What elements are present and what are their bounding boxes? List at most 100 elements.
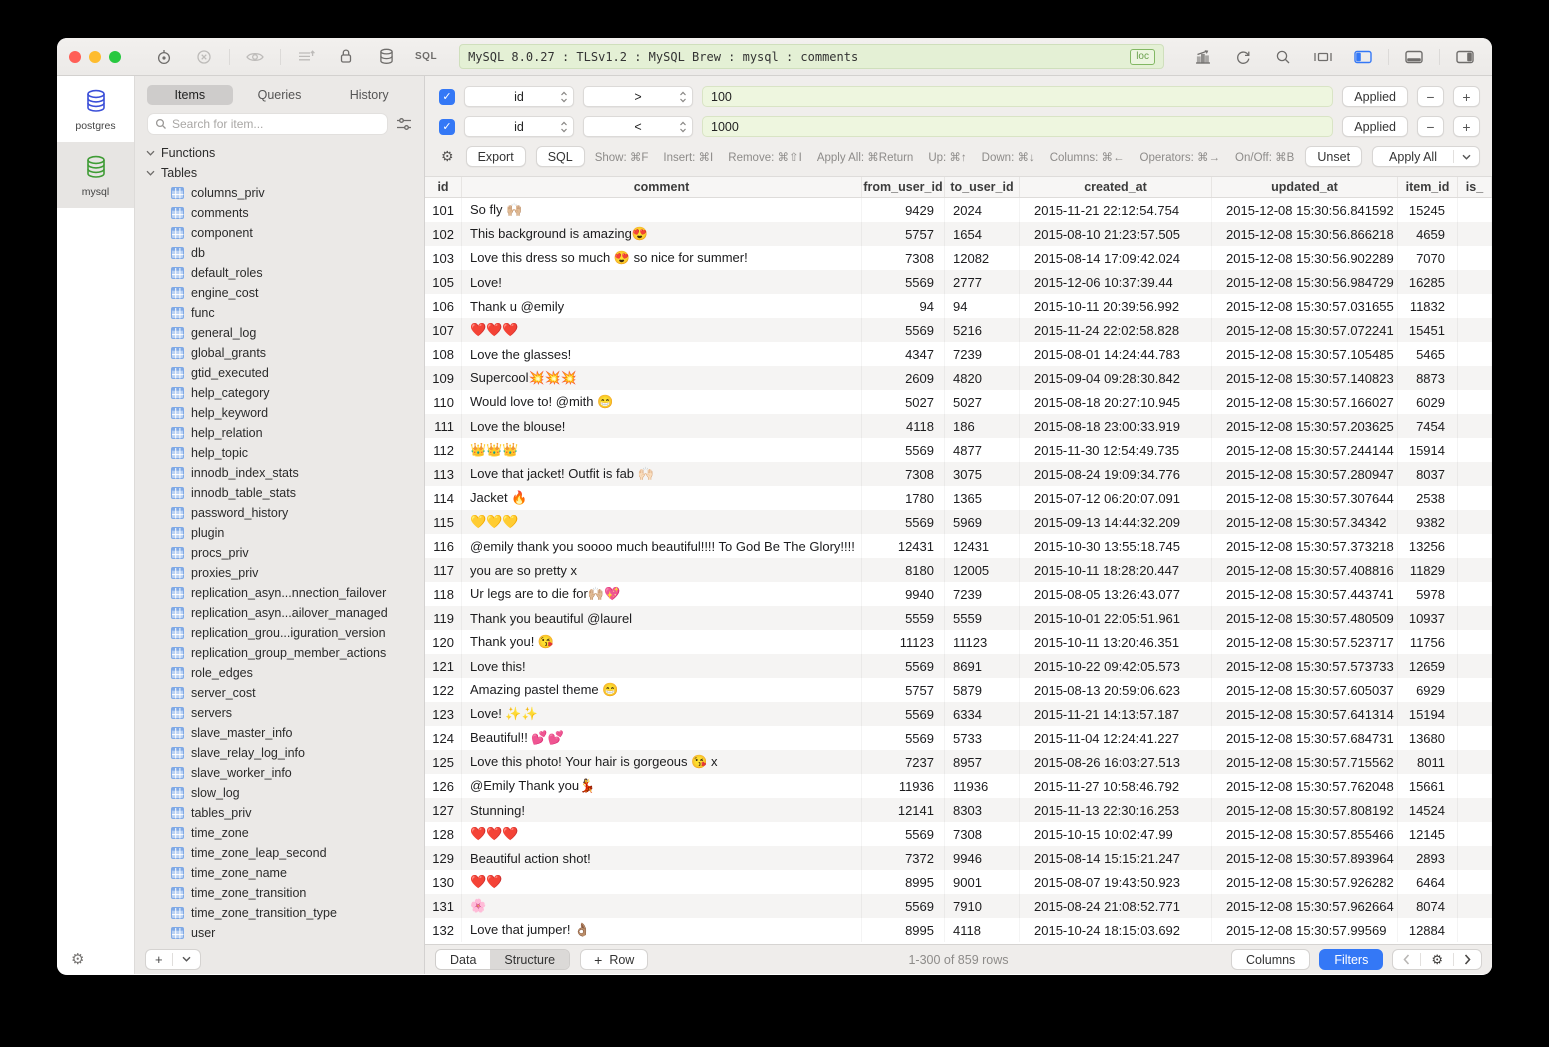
tab-queries[interactable]: Queries — [237, 85, 323, 105]
cell-created_at[interactable]: 2015-08-13 20:59:06.623 — [1020, 678, 1212, 702]
filter-operator-select[interactable]: > — [583, 86, 693, 107]
cell-id[interactable]: 119 — [425, 606, 462, 630]
cell-item_id[interactable]: 7070 — [1398, 246, 1458, 270]
cell-item_id[interactable]: 15245 — [1398, 198, 1458, 222]
cell-updated_at[interactable]: 2015-12-08 15:30:57.244144 — [1212, 438, 1398, 462]
column-header-item-id[interactable]: item_id — [1398, 177, 1458, 197]
column-header-created-at[interactable]: created_at — [1020, 177, 1212, 197]
apply-all-menu-button[interactable] — [1454, 154, 1479, 160]
cell-id[interactable]: 123 — [425, 702, 462, 726]
cell-id[interactable]: 131 — [425, 894, 462, 918]
table-row[interactable]: 105Love!556927772015-12-06 10:37:39.4420… — [425, 270, 1492, 294]
cell-comment[interactable]: Thank u @emily — [462, 294, 862, 318]
sidebar-table-item[interactable]: comments — [135, 203, 424, 223]
cell-id[interactable]: 128 — [425, 822, 462, 846]
table-row[interactable]: 115💛💛💛556959692015-09-13 14:44:32.209201… — [425, 510, 1492, 534]
cell-created_at[interactable]: 2015-10-11 13:20:46.351 — [1020, 630, 1212, 654]
cell-is_[interactable] — [1458, 486, 1492, 510]
cell-updated_at[interactable]: 2015-12-08 15:30:56.902289 — [1212, 246, 1398, 270]
table-row[interactable]: 110Would love to! @mith 😁502750272015-08… — [425, 390, 1492, 414]
cell-id[interactable]: 109 — [425, 366, 462, 390]
cell-to_user_id[interactable]: 9001 — [945, 870, 1020, 894]
cell-updated_at[interactable]: 2015-12-08 15:30:57.715562 — [1212, 750, 1398, 774]
cell-from_user_id[interactable]: 5027 — [862, 390, 945, 414]
minimize-window-button[interactable] — [89, 51, 101, 63]
sql-editor-button[interactable]: SQL — [415, 51, 437, 62]
previous-page-button[interactable] — [1393, 950, 1420, 969]
cell-created_at[interactable]: 2015-11-21 14:13:57.187 — [1020, 702, 1212, 726]
filters-button[interactable]: Filters — [1319, 949, 1383, 970]
cell-id[interactable]: 102 — [425, 222, 462, 246]
sidebar-table-item[interactable]: slave_worker_info — [135, 763, 424, 783]
cell-updated_at[interactable]: 2015-12-08 15:30:57.573733 — [1212, 654, 1398, 678]
add-item-menu-button[interactable] — [173, 950, 200, 969]
sidebar-table-item[interactable]: innodb_table_stats — [135, 483, 424, 503]
sidebar-table-item[interactable]: password_history — [135, 503, 424, 523]
sidebar-table-item[interactable]: time_zone_transition_type — [135, 903, 424, 923]
table-row[interactable]: 131🌸556979102015-08-24 21:08:52.7712015-… — [425, 894, 1492, 918]
cell-item_id[interactable]: 9382 — [1398, 510, 1458, 534]
sidebar-table-item[interactable]: replication_group_member_actions — [135, 643, 424, 663]
table-row[interactable]: 106Thank u @emily94942015-10-11 20:39:56… — [425, 294, 1492, 318]
export-button[interactable]: Export — [466, 146, 526, 167]
sidebar-table-item[interactable]: help_topic — [135, 443, 424, 463]
cell-comment[interactable]: Love the blouse! — [462, 414, 862, 438]
cell-from_user_id[interactable]: 5569 — [862, 702, 945, 726]
cell-comment[interactable]: 🌸 — [462, 894, 862, 918]
cell-to_user_id[interactable]: 6334 — [945, 702, 1020, 726]
cell-id[interactable]: 106 — [425, 294, 462, 318]
sidebar-table-item[interactable]: role_edges — [135, 663, 424, 683]
cell-id[interactable]: 111 — [425, 414, 462, 438]
cell-to_user_id[interactable]: 4820 — [945, 366, 1020, 390]
item-search-box[interactable] — [147, 113, 388, 135]
sidebar-table-item[interactable]: plugin — [135, 523, 424, 543]
cell-from_user_id[interactable]: 5569 — [862, 510, 945, 534]
cell-item_id[interactable]: 16285 — [1398, 270, 1458, 294]
cell-item_id[interactable]: 2538 — [1398, 486, 1458, 510]
cell-created_at[interactable]: 2015-11-27 10:58:46.792 — [1020, 774, 1212, 798]
cell-updated_at[interactable]: 2015-12-08 15:30:56.841592 — [1212, 198, 1398, 222]
cell-from_user_id[interactable]: 4347 — [862, 342, 945, 366]
table-row[interactable]: 128❤️❤️❤️556973082015-10-15 10:02:47.992… — [425, 822, 1492, 846]
lock-icon[interactable] — [331, 46, 361, 68]
cell-is_[interactable] — [1458, 918, 1492, 942]
table-row[interactable]: 109Supercool💥💥💥260948202015-09-04 09:28:… — [425, 366, 1492, 390]
sidebar-table-item[interactable]: general_log — [135, 323, 424, 343]
cell-is_[interactable] — [1458, 774, 1492, 798]
cell-to_user_id[interactable]: 1654 — [945, 222, 1020, 246]
cell-is_[interactable] — [1458, 222, 1492, 246]
cell-updated_at[interactable]: 2015-12-08 15:30:57.203625 — [1212, 414, 1398, 438]
cell-item_id[interactable]: 13256 — [1398, 534, 1458, 558]
cell-from_user_id[interactable]: 5569 — [862, 438, 945, 462]
cell-comment[interactable]: Love! — [462, 270, 862, 294]
cell-item_id[interactable]: 15451 — [1398, 318, 1458, 342]
table-row[interactable]: 112👑👑👑556948772015-11-30 12:54:49.735201… — [425, 438, 1492, 462]
sidebar-table-item[interactable]: slow_log — [135, 783, 424, 803]
cell-updated_at[interactable]: 2015-12-08 15:30:57.031655 — [1212, 294, 1398, 318]
sidebar-table-item[interactable]: columns_priv — [135, 183, 424, 203]
sidebar-table-item[interactable]: time_zone_transition — [135, 883, 424, 903]
table-row[interactable]: 126@Emily Thank you💃11936119362015-11-27… — [425, 774, 1492, 798]
cell-item_id[interactable]: 14524 — [1398, 798, 1458, 822]
cell-id[interactable]: 121 — [425, 654, 462, 678]
cell-updated_at[interactable]: 2015-12-08 15:30:57.605037 — [1212, 678, 1398, 702]
cell-created_at[interactable]: 2015-08-07 19:43:50.923 — [1020, 870, 1212, 894]
cell-comment[interactable]: ❤️❤️ — [462, 870, 862, 894]
cell-is_[interactable] — [1458, 894, 1492, 918]
cell-comment[interactable]: ❤️❤️❤️ — [462, 318, 862, 342]
cell-updated_at[interactable]: 2015-12-08 15:30:57.684731 — [1212, 726, 1398, 750]
cell-is_[interactable] — [1458, 726, 1492, 750]
cell-updated_at[interactable]: 2015-12-08 15:30:57.762048 — [1212, 774, 1398, 798]
cell-item_id[interactable]: 8011 — [1398, 750, 1458, 774]
cell-created_at[interactable]: 2015-11-30 12:54:49.735 — [1020, 438, 1212, 462]
cell-item_id[interactable]: 5978 — [1398, 582, 1458, 606]
cell-item_id[interactable]: 8074 — [1398, 894, 1458, 918]
cell-to_user_id[interactable]: 5559 — [945, 606, 1020, 630]
table-row[interactable]: 124Beautiful!! 💕💕556957332015-11-04 12:2… — [425, 726, 1492, 750]
cell-item_id[interactable]: 12659 — [1398, 654, 1458, 678]
table-row[interactable]: 132Love that jumper! 👌🏽899541182015-10-2… — [425, 918, 1492, 942]
cell-updated_at[interactable]: 2015-12-08 15:30:57.855466 — [1212, 822, 1398, 846]
cell-updated_at[interactable]: 2015-12-08 15:30:56.866218 — [1212, 222, 1398, 246]
sidebar-table-item[interactable]: servers — [135, 703, 424, 723]
cell-item_id[interactable]: 4659 — [1398, 222, 1458, 246]
